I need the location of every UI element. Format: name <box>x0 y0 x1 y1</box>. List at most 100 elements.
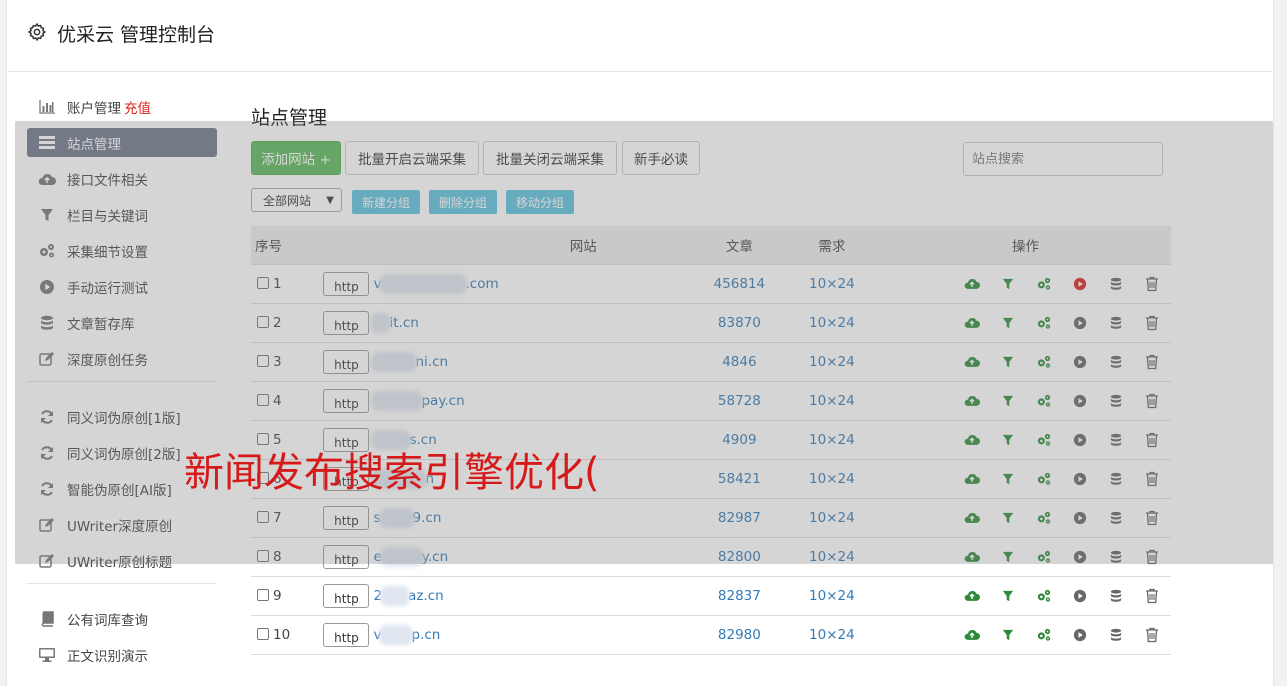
row-checkbox[interactable] <box>257 549 269 562</box>
database-icon[interactable] <box>1098 625 1134 645</box>
play-icon[interactable] <box>1062 586 1098 606</box>
site-domain-link[interactable]: v .com <box>373 273 499 294</box>
filter-icon[interactable] <box>990 352 1026 372</box>
demand-link[interactable]: 10×24 <box>783 537 880 577</box>
gears-icon[interactable] <box>1026 508 1062 528</box>
row-checkbox[interactable] <box>257 276 269 289</box>
filter-icon[interactable] <box>990 469 1026 489</box>
articles-count-link[interactable]: 82837 <box>695 576 784 616</box>
group-filter-select[interactable]: 全部网站 ▼ <box>251 188 342 212</box>
database-icon[interactable] <box>1098 274 1134 294</box>
play-icon[interactable] <box>1062 430 1098 450</box>
sidebar-item-interface-files[interactable]: 接口文件相关 <box>27 164 217 193</box>
site-search-input[interactable] <box>963 142 1163 176</box>
articles-count-link[interactable]: 456814 <box>695 264 784 304</box>
articles-count-link[interactable]: 82800 <box>695 537 784 577</box>
demand-link[interactable]: 10×24 <box>783 381 880 421</box>
play-icon[interactable] <box>1062 469 1098 489</box>
add-site-button[interactable]: 添加网站 + <box>251 141 341 175</box>
new-group-button[interactable]: 新建分组 <box>352 190 420 214</box>
gears-icon[interactable] <box>1026 547 1062 567</box>
articles-count-link[interactable]: 58728 <box>695 381 784 421</box>
gears-icon[interactable] <box>1026 352 1062 372</box>
filter-icon[interactable] <box>990 508 1026 528</box>
demand-link[interactable]: 10×24 <box>783 264 880 304</box>
site-domain-link[interactable]: e y.cn <box>373 546 448 567</box>
demand-link[interactable]: 10×24 <box>783 420 880 460</box>
database-icon[interactable] <box>1098 391 1134 411</box>
site-domain-link[interactable]: 2 az.cn <box>373 585 444 606</box>
row-checkbox[interactable] <box>257 393 269 406</box>
play-icon[interactable] <box>1062 313 1098 333</box>
articles-count-link[interactable]: 4909 <box>695 420 784 460</box>
play-icon[interactable] <box>1062 508 1098 528</box>
sidebar-item-manual-run[interactable]: 手动运行测试 <box>27 272 217 301</box>
cloud-upload-icon[interactable] <box>954 274 990 294</box>
cloud-upload-icon[interactable] <box>954 586 990 606</box>
site-domain-link[interactable]: ni.cn <box>371 351 448 372</box>
batch-enable-cloud-button[interactable]: 批量开启云端采集 <box>345 141 479 175</box>
trash-icon[interactable] <box>1134 469 1170 489</box>
batch-disable-cloud-button[interactable]: 批量关闭云端采集 <box>483 141 617 175</box>
gears-icon[interactable] <box>1026 586 1062 606</box>
demand-link[interactable]: 10×24 <box>783 498 880 538</box>
demand-link[interactable]: 10×24 <box>783 576 880 616</box>
articles-count-link[interactable]: 82980 <box>695 615 784 655</box>
trash-icon[interactable] <box>1134 274 1170 294</box>
filter-icon[interactable] <box>990 586 1026 606</box>
trash-icon[interactable] <box>1134 352 1170 372</box>
database-icon[interactable] <box>1098 352 1134 372</box>
sidebar-item-public-dictionary[interactable]: 公有词库查询 <box>27 604 217 633</box>
sidebar-item-synonym-v1[interactable]: 同义词伪原创[1版] <box>27 402 217 431</box>
play-icon[interactable] <box>1062 625 1098 645</box>
gears-icon[interactable] <box>1026 469 1062 489</box>
site-domain-link[interactable]: v p.cn <box>373 624 440 645</box>
demand-link[interactable]: 10×24 <box>783 303 880 343</box>
sidebar-item-collect-settings[interactable]: 采集细节设置 <box>27 236 217 265</box>
sidebar-item-deep-original[interactable]: 深度原创任务 <box>27 344 217 373</box>
play-icon[interactable] <box>1062 352 1098 372</box>
demand-link[interactable]: 10×24 <box>783 615 880 655</box>
sidebar-item-article-storage[interactable]: 文章暂存库 <box>27 308 217 337</box>
cloud-upload-icon[interactable] <box>954 469 990 489</box>
database-icon[interactable] <box>1098 469 1134 489</box>
database-icon[interactable] <box>1098 313 1134 333</box>
demand-link[interactable]: 10×24 <box>783 342 880 382</box>
play-icon[interactable] <box>1062 391 1098 411</box>
gears-icon[interactable] <box>1026 625 1062 645</box>
articles-count-link[interactable]: 4846 <box>695 342 784 382</box>
cloud-upload-icon[interactable] <box>954 625 990 645</box>
play-icon[interactable] <box>1062 547 1098 567</box>
articles-count-link[interactable]: 82987 <box>695 498 784 538</box>
trash-icon[interactable] <box>1134 313 1170 333</box>
cloud-upload-icon[interactable] <box>954 430 990 450</box>
play-icon[interactable] <box>1062 274 1098 294</box>
cloud-upload-icon[interactable] <box>954 508 990 528</box>
gears-icon[interactable] <box>1026 430 1062 450</box>
cloud-upload-icon[interactable] <box>954 352 990 372</box>
row-checkbox[interactable] <box>257 315 269 328</box>
cloud-upload-icon[interactable] <box>954 547 990 567</box>
row-checkbox[interactable] <box>257 627 269 640</box>
move-group-button[interactable]: 移动分组 <box>506 190 574 214</box>
sidebar-item-uwriter-deep[interactable]: UWriter深度原创 <box>27 510 217 539</box>
newbie-guide-button[interactable]: 新手必读 <box>622 141 700 175</box>
gears-icon[interactable] <box>1026 391 1062 411</box>
row-checkbox[interactable] <box>257 588 269 601</box>
sidebar-item-columns-keywords[interactable]: 栏目与关键词 <box>27 200 217 229</box>
filter-icon[interactable] <box>990 625 1026 645</box>
row-checkbox[interactable] <box>257 354 269 367</box>
trash-icon[interactable] <box>1134 625 1170 645</box>
trash-icon[interactable] <box>1134 547 1170 567</box>
sidebar-item-uwriter-title[interactable]: UWriter原创标题 <box>27 546 217 575</box>
database-icon[interactable] <box>1098 430 1134 450</box>
filter-icon[interactable] <box>990 547 1026 567</box>
demand-link[interactable]: 10×24 <box>783 459 880 499</box>
database-icon[interactable] <box>1098 547 1134 567</box>
articles-count-link[interactable]: 58421 <box>695 459 784 499</box>
cloud-upload-icon[interactable] <box>954 391 990 411</box>
recharge-link[interactable]: 充值 <box>124 97 151 117</box>
filter-icon[interactable] <box>990 274 1026 294</box>
gears-icon[interactable] <box>1026 274 1062 294</box>
site-domain-link[interactable]: pay.cn <box>371 390 465 411</box>
